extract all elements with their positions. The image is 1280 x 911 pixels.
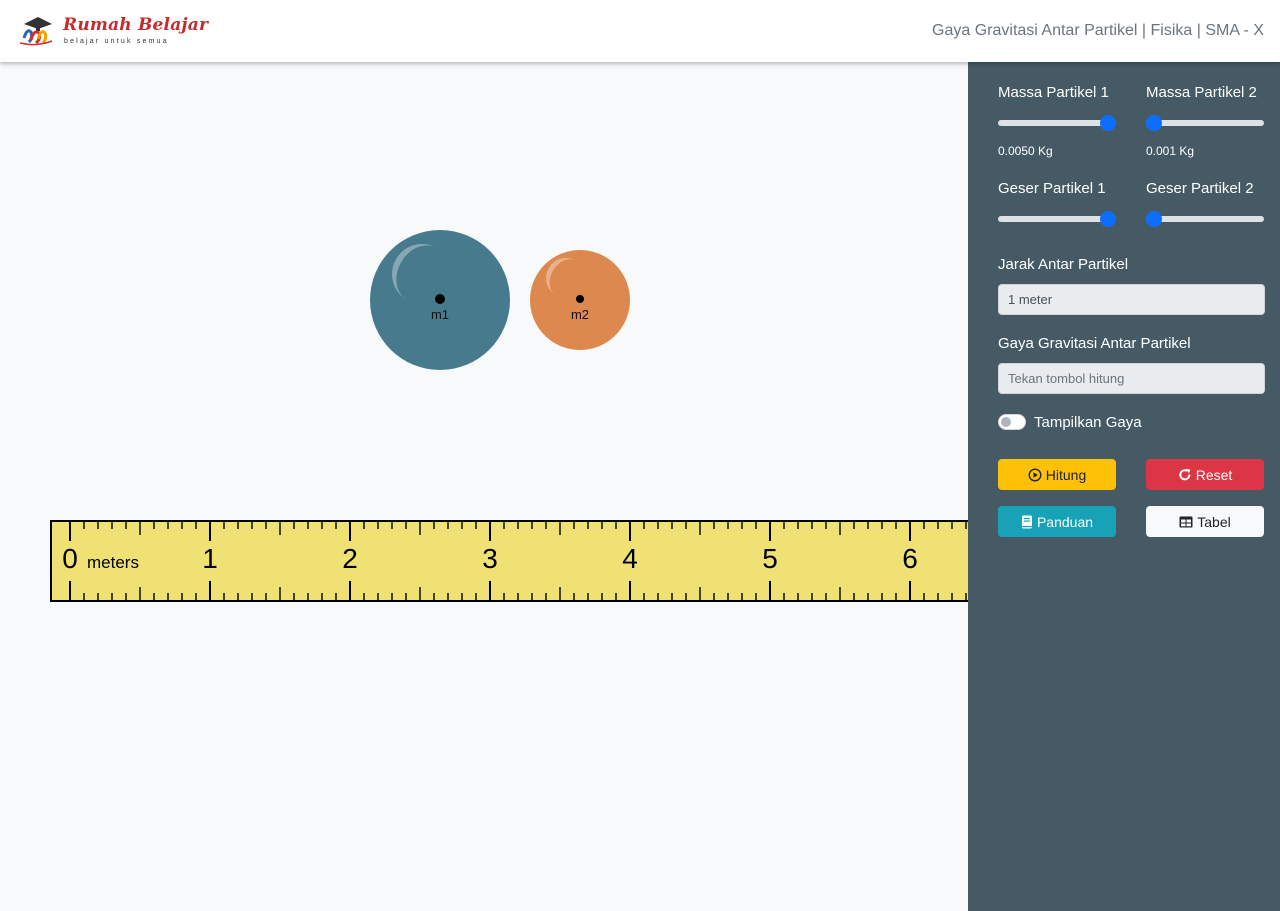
rumah-belajar-logo[interactable]: Rumah Belajar belajar untuk semua <box>18 14 208 48</box>
ruler-unit-label: meters <box>87 553 139 572</box>
shift-2-label: Geser Partikel 2 <box>1146 180 1254 197</box>
redo-icon <box>1179 468 1191 480</box>
particle-2-center-dot <box>576 295 584 303</box>
mass-2-slider-thumb[interactable] <box>1146 115 1162 131</box>
ruler-tick-label: 0 <box>62 543 78 574</box>
mass-1-label: Massa Partikel 1 <box>998 84 1109 101</box>
mass-1-slider-thumb[interactable] <box>1100 115 1116 131</box>
mass-1-slider-track <box>998 120 1116 126</box>
table-icon <box>1179 516 1193 527</box>
app-header: Rumah Belajar belajar untuk semua Gaya G… <box>0 0 1280 62</box>
mass-2-slider[interactable] <box>1146 113 1264 133</box>
reset-button[interactable]: Reset <box>1146 459 1264 490</box>
distance-label: Jarak Antar Partikel <box>998 256 1129 273</box>
shift-2-slider-thumb[interactable] <box>1146 211 1162 227</box>
shift-1-label: Geser Partikel 1 <box>998 180 1106 197</box>
panduan-button[interactable]: Panduan <box>998 506 1116 537</box>
simulation-stage: m1 m2 0 1 2 3 4 5 6 meters <box>0 62 968 911</box>
mass-1-slider[interactable] <box>998 113 1116 133</box>
shift-2-slider-track <box>1146 216 1264 222</box>
mass-2-slider-track <box>1146 120 1264 126</box>
logo-mark-icon <box>19 17 53 46</box>
ruler-tick-label: 3 <box>482 543 498 574</box>
hitung-button-label: Hitung <box>1045 466 1087 483</box>
show-force-toggle[interactable] <box>998 414 1026 430</box>
particle-2-highlight <box>538 250 594 306</box>
book-icon <box>1021 515 1032 528</box>
shift-2-slider[interactable] <box>1146 209 1264 229</box>
panduan-button-label: Panduan <box>1036 513 1094 530</box>
particle-1[interactable]: m1 <box>370 230 510 370</box>
mass-2-value: 0.001 Kg <box>1146 144 1195 158</box>
ruler-body <box>50 520 968 602</box>
ruler-tick-label: 4 <box>622 543 638 574</box>
mass-2-label: Massa Partikel 2 <box>1146 84 1257 101</box>
particle-1-label: m1 <box>430 307 450 322</box>
shift-1-slider-thumb[interactable] <box>1100 211 1116 227</box>
force-label: Gaya Gravitasi Antar Partikel <box>998 335 1191 352</box>
page-title: Gaya Gravitasi Antar Partikel | Fisika |… <box>932 22 1264 39</box>
logo-subtitle: belajar untuk semua <box>64 38 169 45</box>
show-force-label: Tampilkan Gaya <box>1034 414 1142 431</box>
control-panel: Massa Partikel 1 Massa Partikel 2 0.0050… <box>968 62 1280 911</box>
reset-button-label: Reset <box>1195 466 1233 483</box>
force-result-field[interactable]: Tekan tombol hitung <box>998 363 1265 394</box>
ruler-tick-label: 5 <box>762 543 778 574</box>
tabel-button-label: Tabel <box>1197 513 1231 530</box>
particle-2-label: m2 <box>570 307 590 322</box>
logo-title: Rumah Belajar <box>63 15 209 35</box>
shift-1-slider[interactable] <box>998 209 1116 229</box>
particle-1-highlight <box>381 233 463 315</box>
ruler-tick-label: 1 <box>202 543 218 574</box>
tabel-button[interactable]: Tabel <box>1146 506 1264 537</box>
hitung-button[interactable]: Hitung <box>998 459 1116 490</box>
show-force-toggle-knob <box>1001 417 1011 427</box>
play-circle-icon <box>1028 468 1042 481</box>
mass-1-value: 0.0050 Kg <box>998 144 1053 158</box>
distance-field[interactable]: 1 meter <box>998 284 1265 315</box>
ruler-tick-label: 2 <box>342 543 358 574</box>
measuring-ruler[interactable]: 0 1 2 3 4 5 6 meters <box>50 520 968 602</box>
particle-1-center-dot <box>435 294 445 304</box>
particle-2[interactable]: m2 <box>530 250 630 350</box>
ruler-tick-label: 6 <box>902 543 918 574</box>
shift-1-slider-track <box>998 216 1116 222</box>
